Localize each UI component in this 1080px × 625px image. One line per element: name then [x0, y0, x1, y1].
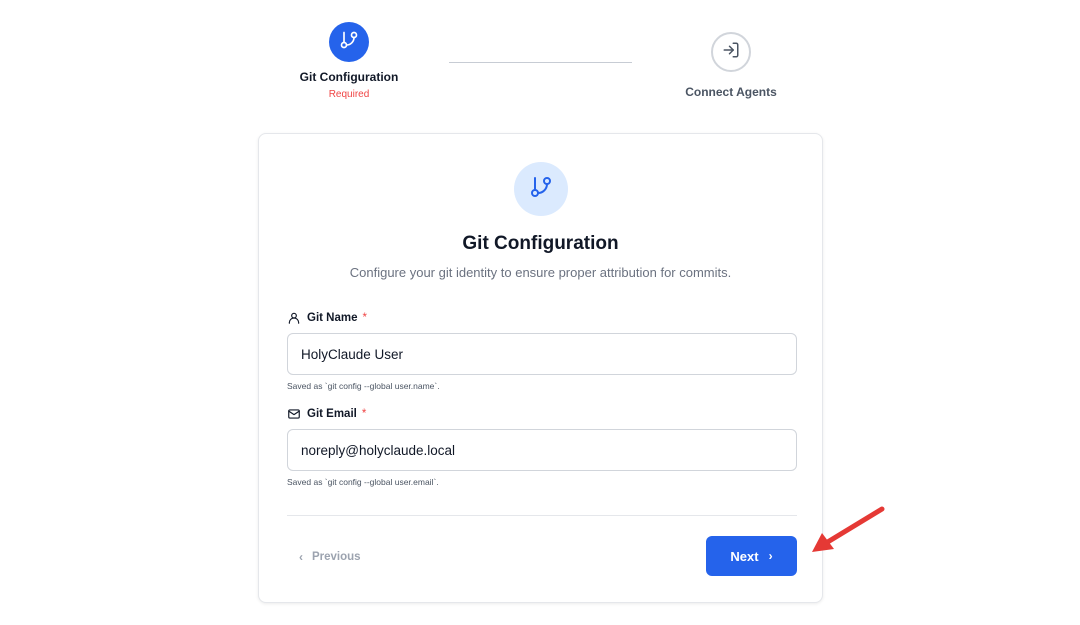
step-1-title: Git Configuration [299, 70, 399, 84]
footer-divider [287, 515, 797, 516]
required-asterisk: * [361, 408, 367, 420]
chevron-right-icon: › [768, 549, 773, 563]
step-git-configuration[interactable]: Git Configuration Required [288, 22, 410, 100]
stepper-connector [449, 62, 632, 63]
git-configuration-card: Git Configuration Configure your git ide… [258, 133, 823, 603]
card-title: Git Configuration [462, 233, 619, 254]
git-email-label: Git Email * [287, 407, 366, 421]
next-button-label: Next [730, 548, 759, 564]
step-2-circle [711, 32, 751, 72]
git-email-input[interactable] [287, 429, 797, 471]
onboarding-page: Git Configuration Required Connect Agent… [0, 0, 1080, 625]
step-1-circle [329, 22, 369, 62]
mail-icon [287, 407, 301, 421]
previous-button-label: Previous [312, 551, 361, 563]
chevron-left-icon: ‹ [299, 550, 303, 564]
hero-icon-badge [514, 162, 568, 216]
sign-in-arrow-icon [722, 41, 740, 64]
step-connect-agents[interactable]: Connect Agents [671, 32, 791, 99]
step-1-status: Required [328, 89, 370, 100]
next-button[interactable]: Next › [706, 536, 797, 576]
git-name-input[interactable] [287, 333, 797, 375]
git-branch-icon [339, 30, 359, 55]
git-name-label-text: Git Name [307, 312, 358, 324]
card-description: Configure your git identity to ensure pr… [349, 265, 732, 280]
previous-button[interactable]: ‹ Previous [299, 549, 361, 565]
git-name-hint: Saved as `git config --global user.name`… [287, 381, 440, 391]
step-2-title: Connect Agents [685, 85, 777, 99]
git-branch-icon [529, 175, 553, 204]
git-name-label: Git Name * [287, 311, 367, 325]
annotation-arrow-icon [812, 506, 885, 552]
required-asterisk: * [362, 312, 367, 324]
git-email-hint: Saved as `git config --global user.email… [287, 477, 439, 487]
user-icon [287, 311, 301, 325]
git-email-label-text: Git Email [307, 408, 357, 420]
